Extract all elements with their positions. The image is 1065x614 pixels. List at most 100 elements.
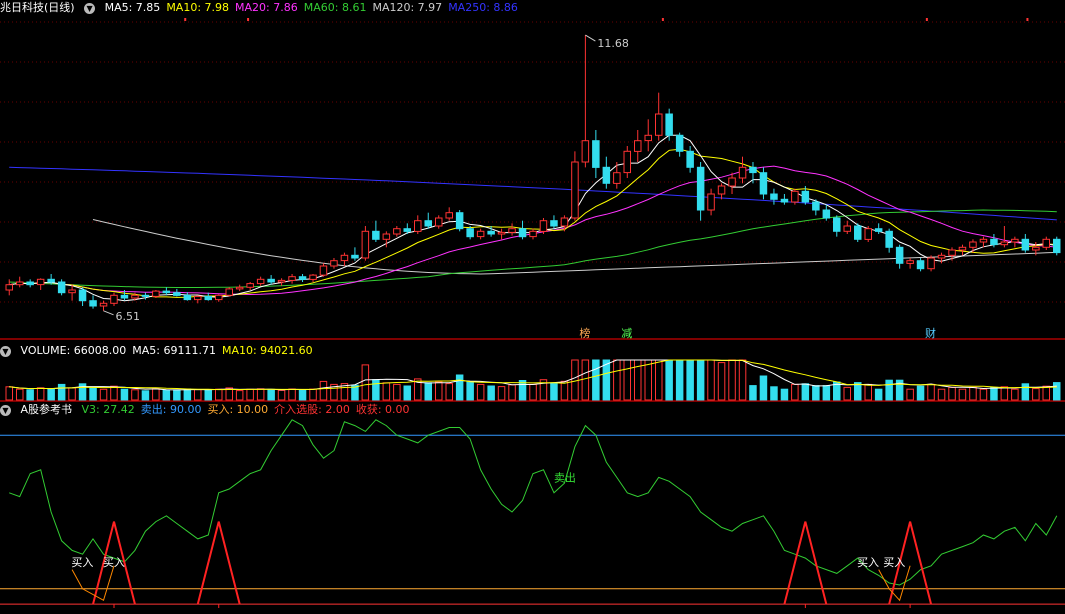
volume-bar [183,388,192,401]
candle [57,281,66,294]
volume-bar [518,380,527,401]
candle [298,276,307,280]
candle [812,201,820,211]
candle [969,241,977,248]
candle [749,166,757,174]
candle [131,294,139,299]
candle [801,190,810,203]
buy-signal-spike [196,521,241,605]
volume-bar [749,385,757,401]
volume-bar [801,383,810,401]
event-tick [247,18,250,21]
volume-chart[interactable] [0,340,1065,402]
candle [895,246,904,264]
volume-bar [822,385,831,401]
candle [979,238,988,243]
volume-bar [1053,382,1061,401]
volume-bar [738,359,747,401]
volume-bar [476,383,485,401]
volume-bar [194,389,202,401]
candle [581,140,590,163]
kline-pane[interactable]: 兆日科技(日线) ▼ MA5: 7.85 MA10: 7.98 MA20: 7.86… [0,0,1065,340]
kline-chart[interactable]: 11.68 6.51 榜 减 财 [0,0,1065,340]
high-price-label: 11.68 [597,37,629,50]
candle [487,230,495,235]
candle [1011,238,1019,243]
volume-bar [717,362,726,401]
volume-bar [696,359,705,401]
volume-bar [47,388,55,401]
candle [937,254,946,259]
volume-bar [1042,385,1050,401]
ma5-line [9,134,1057,302]
candle [529,230,537,238]
candle [162,290,171,294]
volume-bar [319,380,328,401]
high-pointer [585,34,596,42]
low-pointer [103,310,114,316]
candle [958,246,967,251]
volume-bar [728,359,736,401]
candle [728,177,736,187]
candle [707,193,715,211]
candle [351,254,359,259]
candle [916,260,925,270]
candle [623,150,631,174]
volume-bar [874,388,883,401]
low-price-label: 6.51 [116,310,141,323]
candle [791,190,799,203]
candle [518,228,527,238]
candle [99,302,108,307]
candle [843,225,851,232]
candle [435,217,443,227]
candle [634,140,642,152]
indicator-pane[interactable]: ▼ A股参考书 V3: 27.42 卖出: 90.00 买入: 10.00 介入选股:… [0,402,1065,614]
candle [288,276,296,281]
candle [990,238,998,246]
candle [885,230,893,248]
ma10-line [9,148,1057,298]
candle [204,295,212,301]
volume-bar [592,359,600,401]
candle [602,166,611,184]
candle [770,193,778,200]
volume-bar [256,388,265,401]
candle [550,220,558,227]
volume-bar [644,359,652,401]
volume-bar [141,390,150,401]
volume-bar [1011,388,1019,401]
volume-bar [120,388,129,401]
event-tick [925,18,928,21]
candle [497,231,506,235]
candle [393,228,401,235]
volume-bar [435,381,443,401]
volume-bar [1032,388,1040,401]
volume-bar [298,389,307,401]
volume-bar [1021,383,1030,401]
volume-pane[interactable]: ▼ VOLUME: 66008.00 MA5: 69111.71 MA10: 940… [0,340,1065,402]
volume-bar [372,379,380,401]
candle [822,209,831,219]
volume-bar [277,389,286,401]
volume-bar [529,383,537,401]
candle [372,230,380,240]
indicator-chart[interactable]: 买入 买入 买入 买入卖出 [0,402,1065,614]
volume-bar [707,359,715,401]
volume-bar [508,384,516,401]
buy-label: 买入 [71,556,93,569]
volume-bar [854,382,862,401]
candle [874,228,883,232]
event-marker: 榜 [579,326,590,340]
volume-bar [110,385,118,401]
candle [36,278,45,286]
candle [592,140,600,168]
candle [26,281,34,286]
volume-bar [906,388,914,401]
volume-bar [57,383,66,401]
volume-bar [235,390,244,401]
volume-bar [990,386,998,401]
volume-bar [560,380,569,401]
volume-bar [361,364,370,401]
candle [309,274,317,280]
candle [759,172,768,195]
